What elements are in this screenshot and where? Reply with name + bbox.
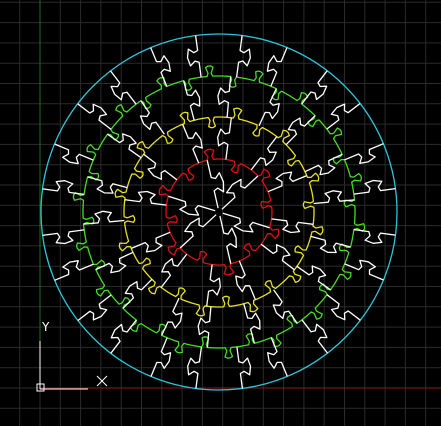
- radial-cut: [107, 133, 142, 159]
- ring-3-cut: [72, 65, 366, 359]
- radial-cut: [160, 253, 188, 288]
- radial-cut: [344, 143, 384, 164]
- radial-cut: [109, 70, 137, 105]
- radial-cut: [161, 297, 183, 336]
- radial-cut: [258, 88, 280, 127]
- radial-cut: [221, 175, 259, 210]
- radial-cut: [186, 35, 202, 78]
- radial-cut: [222, 212, 270, 233]
- radial-cut: [353, 228, 396, 244]
- puzzle-drawing[interactable]: [40, 33, 398, 391]
- radial-cut: [182, 124, 203, 164]
- radial-cut: [77, 294, 112, 322]
- radial-cut: [139, 100, 165, 135]
- radial-cut: [143, 153, 178, 181]
- radial-cut: [42, 229, 85, 245]
- cad-viewport[interactable]: Y: [0, 0, 441, 426]
- radial-cut: [313, 190, 355, 205]
- radial-cut: [110, 319, 137, 354]
- radial-cut: [301, 70, 328, 105]
- ucs-y-label: Y: [42, 320, 50, 334]
- radial-cut: [131, 231, 171, 253]
- radial-cut: [122, 278, 153, 309]
- radial-cut: [124, 190, 167, 206]
- ring-1-cut: [158, 148, 280, 276]
- radial-cut: [179, 214, 217, 249]
- outer-boundary-circle: [40, 33, 398, 391]
- radial-cut: [326, 294, 361, 321]
- radial-cut: [267, 171, 307, 193]
- radial-cut: [285, 115, 316, 146]
- radial-cut: [235, 260, 256, 300]
- ucs-icon: [36, 341, 108, 392]
- grid: [0, 0, 441, 426]
- radial-cut: [353, 179, 396, 195]
- drawing-canvas[interactable]: [0, 0, 441, 426]
- radial-cut: [150, 337, 172, 377]
- radial-cut: [77, 103, 112, 130]
- radial-cut: [150, 47, 171, 87]
- radial-cut: [267, 337, 288, 377]
- radial-cut: [217, 76, 232, 118]
- radial-cut: [206, 264, 221, 307]
- radial-cut: [326, 102, 361, 130]
- radial-cut: [206, 160, 225, 209]
- radial-cut: [42, 180, 85, 196]
- radial-cut: [301, 319, 329, 354]
